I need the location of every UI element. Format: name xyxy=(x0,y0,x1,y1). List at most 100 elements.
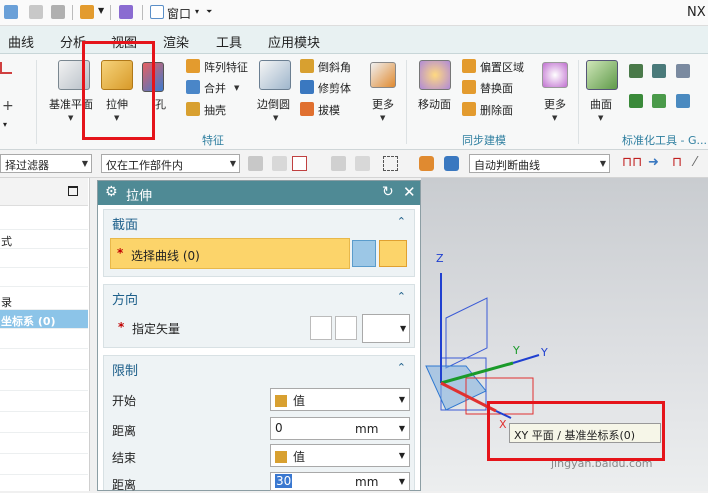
hole-label[interactable]: 孔 xyxy=(155,96,166,112)
scope-combo[interactable]: 仅在工作部件内 ▼ xyxy=(101,154,240,173)
stop-at-intersection-icon[interactable]: ⊓⊓ xyxy=(622,155,642,170)
snap-icon[interactable] xyxy=(272,156,287,171)
vector-dialog-icon[interactable] xyxy=(335,316,357,340)
chamfer-icon[interactable] xyxy=(300,59,314,73)
navigator-row[interactable] xyxy=(0,414,88,433)
snap-icon[interactable] xyxy=(355,156,370,171)
navigator-row[interactable] xyxy=(0,456,88,475)
tool-icon[interactable] xyxy=(676,94,690,108)
delete-face-label[interactable]: 删除面 xyxy=(480,102,513,118)
tool-icon[interactable] xyxy=(652,64,666,78)
navigator-row[interactable] xyxy=(0,211,88,230)
chevron-down-icon[interactable]: ▼ xyxy=(552,114,557,122)
tool-icon[interactable] xyxy=(629,64,643,78)
shell-icon[interactable] xyxy=(186,102,200,116)
snap-icon[interactable] xyxy=(331,156,346,171)
command-finder-icon[interactable] xyxy=(80,5,94,19)
plus-icon[interactable]: + xyxy=(2,98,14,114)
limits-label[interactable]: 限制 xyxy=(112,360,138,379)
rectangle-select-icon[interactable] xyxy=(383,156,398,171)
edge-blend-icon[interactable] xyxy=(259,60,291,90)
snap-icon[interactable] xyxy=(248,156,263,171)
shell-label[interactable]: 抽壳 xyxy=(204,102,226,118)
chevron-down-icon[interactable]: ▼ xyxy=(98,6,104,15)
tool-icon[interactable] xyxy=(629,94,643,108)
menu-application[interactable]: 应用模块 xyxy=(268,32,320,51)
trim-body-icon[interactable] xyxy=(300,80,314,94)
chevron-down-icon[interactable]: ▾ xyxy=(3,120,7,129)
window-menu[interactable]: 窗口 xyxy=(167,5,191,22)
start-distance-input[interactable]: 0 mm ▼ xyxy=(270,417,410,440)
collapse-icon[interactable]: ⌃ xyxy=(397,290,406,303)
vector-type-dropdown[interactable]: ▼ xyxy=(362,314,410,343)
replace-face-icon[interactable] xyxy=(462,80,476,94)
save-icon[interactable] xyxy=(4,5,18,19)
trim-body-label[interactable]: 修剪体 xyxy=(318,80,351,96)
reset-icon[interactable]: ↻ xyxy=(382,184,394,200)
chevron-down-icon[interactable]: ▼ xyxy=(68,114,73,122)
navigator-row[interactable]: 式 xyxy=(0,230,88,249)
unite-label[interactable]: 合并 xyxy=(204,80,226,96)
offset-region-icon[interactable] xyxy=(462,59,476,73)
body-select-icon[interactable] xyxy=(444,156,459,171)
gear-icon[interactable]: ⚙ xyxy=(105,184,118,200)
menu-curve[interactable]: 曲线 xyxy=(8,32,34,51)
navigator-row[interactable] xyxy=(0,435,88,454)
pattern-feature-label[interactable]: 阵列特征 xyxy=(204,59,248,75)
chevron-down-icon[interactable]: ▼ xyxy=(598,114,603,122)
pattern-feature-icon[interactable] xyxy=(186,59,200,73)
navigator-row[interactable]: 录 xyxy=(0,291,88,310)
navigator-row[interactable] xyxy=(0,351,88,370)
maximize-icon[interactable] xyxy=(68,186,78,196)
menu-render[interactable]: 渲染 xyxy=(163,32,189,51)
window-icon[interactable] xyxy=(150,5,164,19)
reverse-direction-icon[interactable] xyxy=(310,316,332,340)
edge-blend-label[interactable]: 边倒圆 xyxy=(257,96,290,112)
surface-label[interactable]: 曲面 xyxy=(590,96,612,112)
navigator-row[interactable] xyxy=(0,372,88,391)
end-type-select[interactable]: 值 ▼ xyxy=(270,444,410,467)
curve-selection-icon[interactable] xyxy=(352,240,376,267)
select-curve-row[interactable]: * 选择曲线 (0) xyxy=(110,238,350,269)
draft-icon[interactable] xyxy=(300,102,314,116)
replace-face-label[interactable]: 替换面 xyxy=(480,80,513,96)
move-face-icon[interactable] xyxy=(419,60,451,90)
collapse-icon[interactable]: ⌃ xyxy=(397,361,406,374)
draft-label[interactable]: 拔模 xyxy=(318,102,340,118)
more-features-label[interactable]: 更多 xyxy=(372,96,394,112)
delete-face-icon[interactable] xyxy=(462,102,476,116)
sketch-section-icon[interactable] xyxy=(379,240,407,267)
collapse-icon[interactable]: ⌃ xyxy=(397,215,406,228)
menu-tools[interactable]: 工具 xyxy=(216,32,242,51)
more-sync-icon[interactable] xyxy=(542,62,568,88)
copy-icon[interactable] xyxy=(29,5,43,19)
chain-icon[interactable]: ⊓ xyxy=(672,155,682,170)
show-hide-icon[interactable] xyxy=(419,156,434,171)
chevron-down-icon[interactable]: ▼ xyxy=(380,114,385,122)
navigator-row[interactable] xyxy=(0,330,88,349)
offset-region-label[interactable]: 偏置区域 xyxy=(480,59,524,75)
chevron-down-icon[interactable]: ▼ xyxy=(273,114,278,122)
chamfer-label[interactable]: 倒斜角 xyxy=(318,59,351,75)
move-face-label[interactable]: 移动面 xyxy=(418,96,451,112)
more-features-icon[interactable] xyxy=(370,62,396,88)
close-icon[interactable]: ✕ xyxy=(403,183,416,201)
selection-scope-icon[interactable] xyxy=(292,156,307,171)
type-filter-combo[interactable]: 择过滤器 ▼ xyxy=(0,154,92,173)
end-distance-input[interactable]: 30 mm ▼ xyxy=(270,472,410,491)
navigator-row[interactable] xyxy=(0,393,88,412)
start-type-select[interactable]: 值 ▼ xyxy=(270,388,410,411)
curve-icon[interactable] xyxy=(0,62,12,74)
tool-icon[interactable] xyxy=(676,64,690,78)
dialog-header[interactable]: ⚙ 拉伸 ↻ ✕ xyxy=(98,181,420,205)
paste-icon[interactable] xyxy=(51,5,65,19)
more-sync-label[interactable]: 更多 xyxy=(544,96,566,112)
chevron-down-icon[interactable]: ▼ xyxy=(234,84,239,92)
touch-mode-icon[interactable] xyxy=(119,5,133,19)
section-label[interactable]: 截面 xyxy=(112,214,138,233)
unite-icon[interactable] xyxy=(186,80,200,94)
curve-rule-combo[interactable]: 自动判断曲线 ▼ xyxy=(469,154,610,173)
surface-icon[interactable] xyxy=(586,60,618,90)
curve-icon[interactable]: ⁄ xyxy=(694,155,696,170)
follow-fillet-icon[interactable]: ➜ xyxy=(648,155,659,170)
